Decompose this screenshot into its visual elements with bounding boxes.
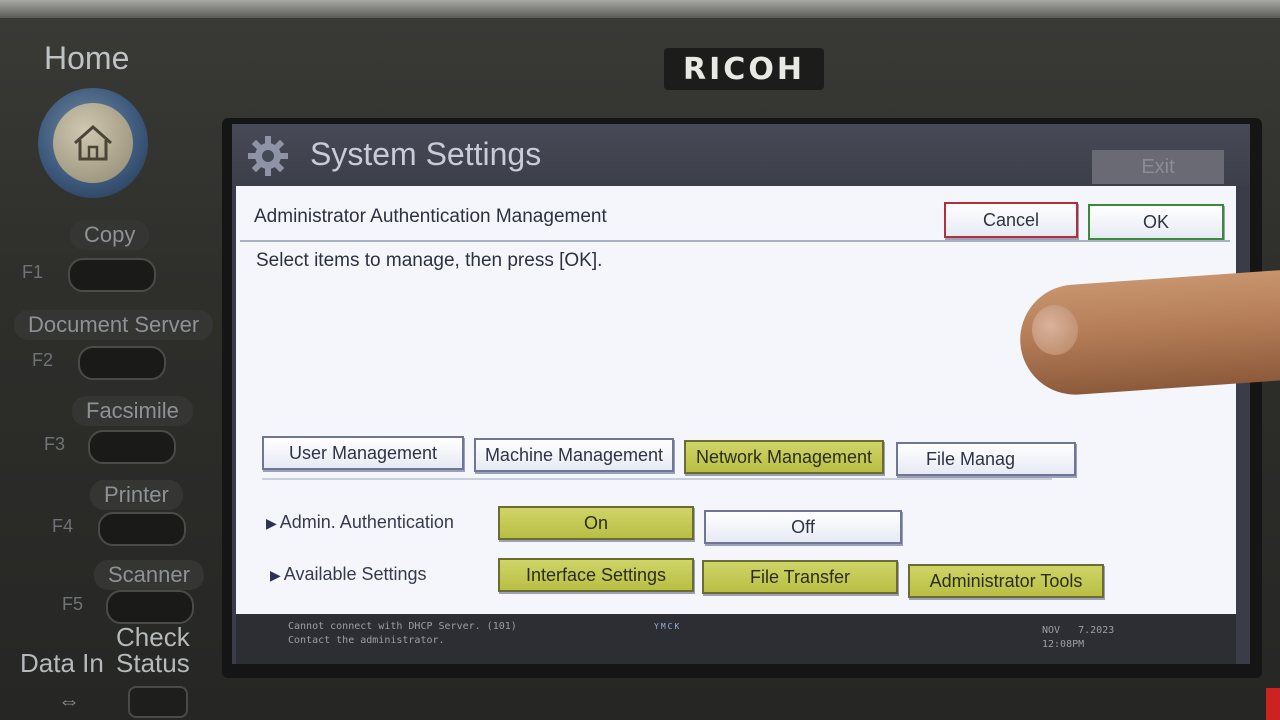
triangle-icon: ▶ [266, 515, 277, 531]
exit-button[interactable]: Exit [1092, 150, 1224, 184]
header-divider [240, 240, 1230, 242]
power-indicator [1266, 688, 1280, 720]
check-status-label: Check Status [116, 622, 190, 678]
tab-user-management[interactable]: User Management [262, 436, 464, 470]
status-message-line1: Cannot connect with DHCP Server. (101) [288, 621, 517, 632]
copy-button[interactable] [68, 258, 156, 292]
panel-title: Administrator Authentication Management [254, 206, 607, 227]
scanner-label: Scanner [94, 560, 204, 590]
printer-label: Printer [90, 480, 183, 510]
home-label: Home [44, 40, 130, 76]
status-datetime: NOV 7.2023 12:08PM [1042, 624, 1114, 652]
f3-label: F3 [44, 434, 66, 454]
toner-m: M [660, 622, 666, 631]
admin-auth-on-button[interactable]: On [498, 506, 694, 540]
touch-screen: System Settings Exit Administrator Authe… [232, 124, 1250, 664]
tab-machine-management[interactable]: Machine Management [474, 438, 674, 472]
admin-authentication-label: ▶ Admin. Authentication [266, 512, 454, 533]
page-title: System Settings [310, 136, 542, 172]
interface-settings-button[interactable]: Interface Settings [498, 558, 694, 592]
data-in-label: Data In [20, 648, 104, 678]
available-settings-label: ▶ Available Settings [270, 564, 427, 585]
check-status-button[interactable] [128, 686, 188, 718]
toner-indicator: Y M C K [654, 622, 679, 631]
f5-label: F5 [62, 594, 84, 614]
gear-icon [246, 134, 290, 183]
triangle-icon: ▶ [270, 567, 281, 583]
toner-k: K [674, 622, 680, 631]
printer-button[interactable] [98, 512, 186, 546]
document-server-label: Document Server [14, 310, 214, 340]
f1-label: F1 [22, 262, 44, 282]
ok-button[interactable]: OK [1088, 204, 1224, 240]
data-in-icon: ⇔ [58, 688, 80, 713]
top-edge [0, 0, 1280, 18]
f2-label: F2 [32, 350, 54, 370]
title-bar: System Settings Exit [232, 124, 1250, 186]
toner-y: Y [654, 622, 659, 631]
tab-file-management[interactable]: File Manag [896, 442, 1076, 476]
admin-auth-off-button[interactable]: Off [704, 510, 902, 544]
brand-logo: RICOH [664, 48, 824, 90]
f4-label: F4 [52, 516, 74, 536]
home-button[interactable] [38, 88, 148, 198]
scanner-button[interactable] [106, 590, 194, 624]
status-time: 12:08PM [1042, 639, 1085, 650]
facsimile-label: Facsimile [72, 396, 193, 426]
status-bar: Cannot connect with DHCP Server. (101) C… [236, 614, 1236, 664]
cancel-button[interactable]: Cancel [944, 202, 1078, 238]
settings-panel: Administrator Authentication Management … [236, 186, 1236, 614]
status-message-line2: Contact the administrator. [288, 635, 445, 646]
copy-label: Copy [70, 220, 150, 250]
tab-network-management[interactable]: Network Management [684, 440, 884, 474]
facsimile-button[interactable] [88, 430, 176, 464]
toner-c: C [667, 622, 673, 631]
available-settings-text: Available Settings [283, 564, 427, 584]
document-server-button[interactable] [78, 346, 166, 380]
administrator-tools-button[interactable]: Administrator Tools [908, 564, 1104, 598]
home-icon [53, 103, 133, 183]
instruction-text: Select items to manage, then press [OK]. [256, 250, 603, 271]
tabs-divider [262, 478, 1052, 480]
status-message: Cannot connect with DHCP Server. (101) C… [288, 620, 517, 648]
file-transfer-button[interactable]: File Transfer [702, 560, 898, 594]
admin-authentication-text: Admin. Authentication [279, 512, 454, 532]
status-date: NOV 7.2023 [1042, 625, 1115, 636]
